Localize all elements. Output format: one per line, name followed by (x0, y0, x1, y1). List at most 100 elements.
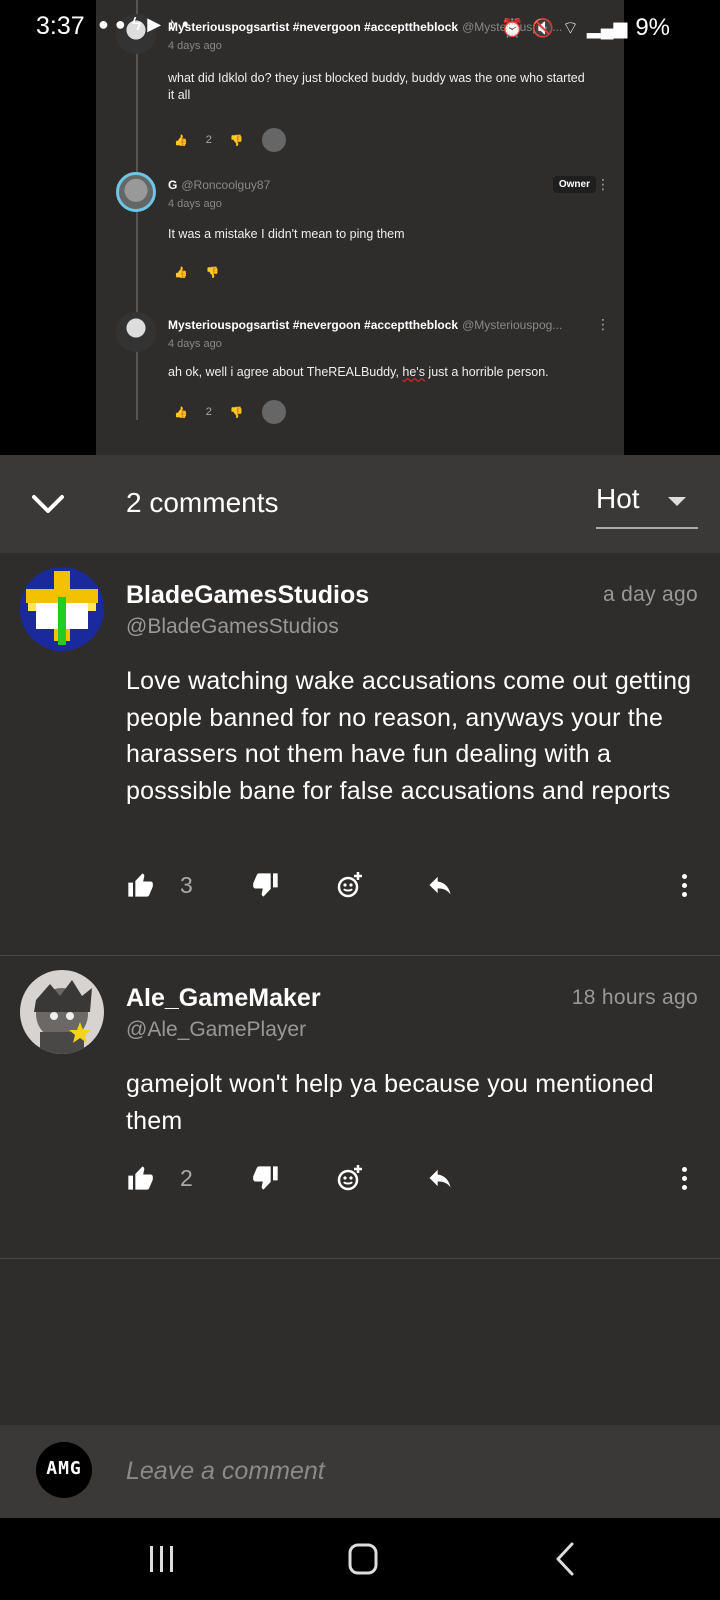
comment-actions: 3 (126, 865, 706, 905)
comment-item: BladeGamesStudios @BladeGamesStudios a d… (0, 553, 720, 955)
back-icon (556, 1542, 574, 1576)
recent-apps-icon (150, 1546, 173, 1572)
dislike-button[interactable] (252, 1158, 280, 1198)
thread-comment-actions: 👍 2 👎 (174, 128, 286, 152)
avatar (116, 172, 156, 212)
thread-comment-time: 4 days ago (168, 338, 222, 350)
alarm-icon: ⏰ (501, 17, 524, 38)
like-count: 2 (205, 134, 212, 146)
emoji-add-icon (337, 872, 362, 898)
like-count: 2 (180, 1164, 193, 1191)
navigation-bar (0, 1518, 720, 1600)
avatar (116, 312, 156, 352)
more-options-button[interactable] (674, 1158, 694, 1198)
status-bar: 3:37 ● ● ϟ ▶ ♪ • ⏰ 🔇 ⌔ ▂▄▆ 9% (0, 0, 720, 56)
more-vertical-icon: ⋮ (596, 176, 610, 192)
comment-count: 2 comments (126, 487, 279, 518)
thumbs-down-icon (253, 873, 278, 897)
like-button[interactable]: 2 (126, 1158, 193, 1198)
chevron-down-icon (32, 495, 64, 513)
system-icons: ⏰ 🔇 ⌔ ▂▄▆ 9% (501, 14, 670, 42)
dislike-button[interactable] (252, 865, 280, 905)
comment-input[interactable] (126, 1453, 686, 1489)
thumbs-down-icon: 👎 (229, 406, 244, 419)
more-vertical-icon (682, 874, 687, 879)
wifi-icon: ⌔ (561, 17, 579, 38)
signal-icon: ▂▄▆ (586, 17, 628, 38)
react-button[interactable] (336, 1158, 364, 1198)
thread-comment-time: 4 days ago (168, 198, 222, 210)
comment-timestamp[interactable]: 18 hours ago (572, 986, 698, 1010)
avatar (261, 400, 286, 424)
more-vertical-icon: ⋮ (596, 316, 610, 332)
home-button[interactable] (333, 1538, 393, 1580)
thumbs-down-icon: 👎 (229, 134, 244, 147)
avatar[interactable] (20, 567, 104, 651)
thumbs-down-icon: 👎 (205, 267, 220, 279)
thread-comment-author: G @Roncoolguy87 (168, 178, 271, 192)
like-count: 3 (180, 871, 193, 898)
comment-item: Ale_GameMaker @Ale_GamePlayer 18 hours a… (0, 956, 720, 1246)
more-options-button[interactable] (674, 865, 694, 905)
comment-text: gamejolt won't help ya because you menti… (126, 1070, 654, 1135)
reply-icon (429, 876, 451, 895)
thread-comment-actions: 👍 👎 (174, 266, 219, 279)
thumbs-up-icon: 👍 (174, 406, 188, 419)
reply-icon (429, 1169, 451, 1188)
comment-composer: AMG (0, 1425, 720, 1518)
comment-actions: 2 (126, 1158, 706, 1198)
avatar (261, 128, 286, 152)
divider (0, 1258, 720, 1259)
sort-dropdown[interactable]: Hot (596, 479, 698, 529)
caret-down-icon (668, 497, 686, 506)
tiktok-icon: ♪ (167, 14, 177, 34)
background-screenshot: Mysteriouspogsartist #nevergoon #acceptt… (0, 0, 720, 455)
recent-apps-button[interactable] (132, 1538, 192, 1580)
thread-comment-text: ah ok, well i agree about TheREALBuddy, … (168, 365, 549, 379)
like-count: 2 (205, 406, 212, 418)
comment-author-name[interactable]: Ale_GameMaker (126, 984, 321, 1013)
more-vertical-icon (682, 1167, 687, 1172)
notification-icons: ● ● ϟ ▶ ♪ • (98, 14, 188, 35)
comment-timestamp[interactable]: a day ago (603, 583, 698, 607)
snapchat-icon: ● (114, 14, 126, 34)
thread-screenshot-image: Mysteriouspogsartist #nevergoon #acceptt… (96, 0, 624, 455)
comment-text: Love watching wake accusations come out … (126, 667, 692, 805)
thumbs-up-icon: 👍 (174, 267, 188, 279)
owner-badge: Owner (552, 176, 596, 193)
reply-button[interactable] (426, 865, 454, 905)
ale-avatar-image (20, 970, 104, 1054)
comments-header: 2 comments Hot (0, 455, 720, 553)
status-time: 3:37 (36, 12, 85, 40)
thread-comment-actions: 👍 2 👎 (174, 400, 286, 424)
like-button[interactable]: 3 (126, 865, 193, 905)
avatar-logo-text: AMG (46, 1458, 82, 1479)
mute-icon: 🔇 (531, 17, 554, 38)
comments-sheet: 2 comments Hot BladeGamesStudios @BladeG… (0, 455, 720, 1518)
comment-author-handle[interactable]: @BladeGamesStudios (126, 615, 339, 639)
avatar[interactable] (20, 970, 104, 1054)
bladegames-avatar-image (20, 567, 104, 651)
react-button[interactable] (336, 865, 364, 905)
reply-button[interactable] (426, 1158, 454, 1198)
thread-comment-text: It was a mistake I didn't mean to ping t… (168, 227, 405, 241)
thumbs-up-icon (128, 1166, 153, 1190)
comment-author-handle[interactable]: @Ale_GamePlayer (126, 1018, 306, 1042)
thumbs-up-icon: 👍 (174, 134, 188, 147)
avatar: AMG (36, 1442, 92, 1498)
thread-comment-author: Mysteriouspogsartist #nevergoon #acceptt… (168, 318, 563, 332)
comment-author-name[interactable]: BladeGamesStudios (126, 581, 369, 610)
lightning-icon: ϟ (131, 14, 142, 34)
battery-level: 9% (635, 14, 670, 41)
back-button[interactable] (536, 1538, 596, 1580)
collapse-button[interactable] (28, 485, 68, 525)
home-icon (348, 1543, 378, 1575)
snapchat-icon: ● (98, 14, 109, 34)
sort-selected: Hot (596, 483, 640, 514)
emoji-add-icon (337, 1165, 362, 1191)
thumbs-down-icon (253, 1166, 278, 1190)
youtube-icon: ▶ (147, 14, 162, 34)
dot-icon: • (182, 14, 189, 34)
thread-comment-text: what did Idklol do? they just blocked bu… (168, 71, 585, 102)
thumbs-up-icon (128, 873, 153, 897)
